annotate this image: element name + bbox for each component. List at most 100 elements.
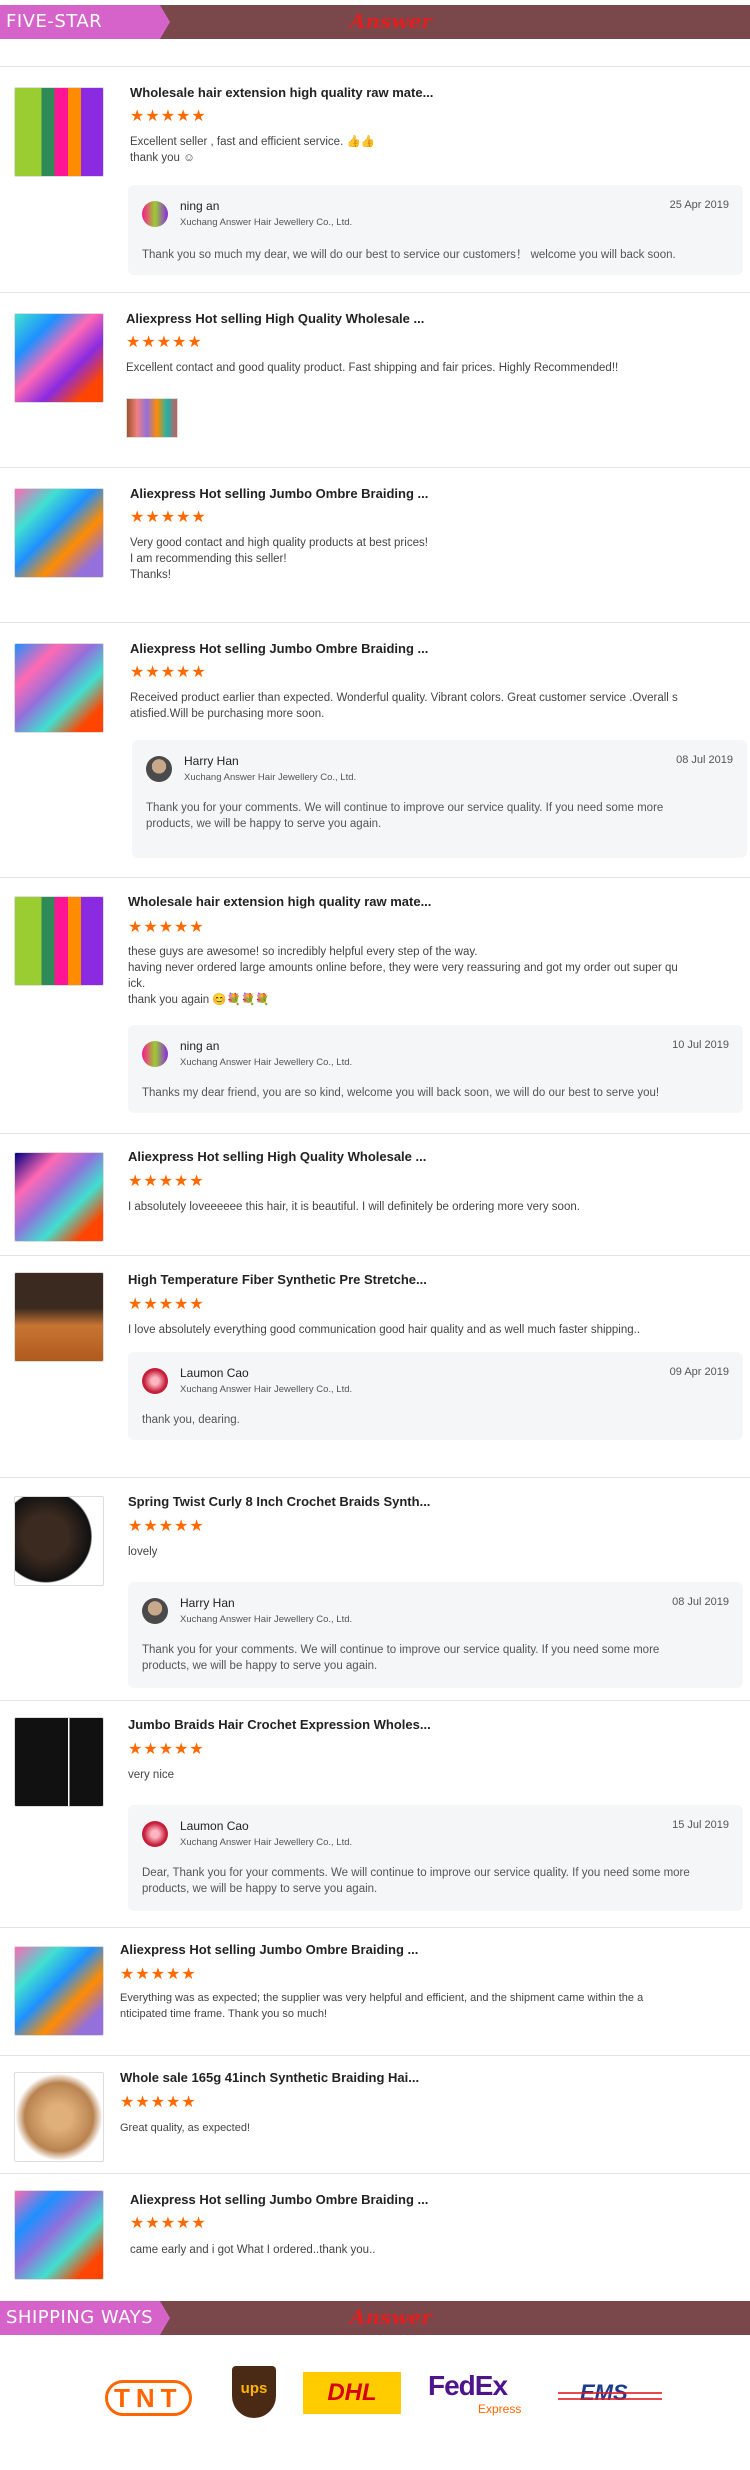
product-thumbnail[interactable] bbox=[14, 313, 104, 403]
reply-date: 08 Jul 2019 bbox=[672, 1596, 729, 1608]
review-item: Aliexpress Hot selling High Quality Whol… bbox=[0, 292, 750, 468]
seller-company: Xuchang Answer Hair Jewellery Co., Ltd. bbox=[184, 772, 357, 783]
product-thumbnail[interactable] bbox=[14, 87, 104, 177]
reply-date: 15 Jul 2019 bbox=[672, 1819, 729, 1831]
five-star-rating-banner: FIVE-STAR RATING Answer bbox=[0, 5, 750, 66]
review-item: Aliexpress Hot selling Jumbo Ombre Braid… bbox=[0, 1927, 750, 2056]
product-thumbnail[interactable] bbox=[14, 2190, 104, 2280]
fedex-label: FedEx bbox=[428, 2370, 508, 2401]
product-title[interactable]: Aliexpress Hot selling High Quality Whol… bbox=[128, 1149, 426, 1164]
review-item: Aliexpress Hot selling Jumbo Ombre Braid… bbox=[0, 622, 750, 878]
ems-stripes bbox=[558, 2392, 662, 2400]
seller-reply: Harry Han Xuchang Answer Hair Jewellery … bbox=[132, 740, 747, 858]
review-text: came early and i got What I ordered..tha… bbox=[130, 2244, 376, 2256]
star-rating: ★★★★★ bbox=[130, 509, 207, 526]
star-rating: ★★★★★ bbox=[130, 2215, 207, 2232]
seller-company: Xuchang Answer Hair Jewellery Co., Ltd. bbox=[180, 1384, 353, 1395]
review-item: Wholesale hair extension high quality ra… bbox=[0, 877, 750, 1134]
star-rating: ★★★★★ bbox=[128, 1296, 205, 1313]
seller-company: Xuchang Answer Hair Jewellery Co., Ltd. bbox=[180, 1837, 353, 1848]
seller-name: Laumon Cao bbox=[180, 1366, 249, 1380]
reply-text: Thank you for your comments. We will con… bbox=[146, 802, 664, 830]
product-title[interactable]: Spring Twist Curly 8 Inch Crochet Braids… bbox=[128, 1494, 430, 1509]
product-thumbnail[interactable] bbox=[14, 1946, 104, 2036]
avatar bbox=[142, 1598, 168, 1624]
review-item: Wholesale hair extension high quality ra… bbox=[0, 66, 750, 293]
product-title[interactable]: Aliexpress Hot selling Jumbo Ombre Braid… bbox=[130, 2192, 428, 2207]
review-text: these guys are awesome! so incredibly he… bbox=[128, 946, 678, 1006]
seller-reply: Laumon Cao Xuchang Answer Hair Jewellery… bbox=[128, 1352, 743, 1440]
fedex-logo: FedEx Express bbox=[428, 2370, 528, 2420]
review-item: High Temperature Fiber Synthetic Pre Str… bbox=[0, 1255, 750, 1478]
avatar bbox=[146, 756, 172, 782]
seller-reply: Laumon Cao Xuchang Answer Hair Jewellery… bbox=[128, 1805, 743, 1911]
reply-text: thank you, dearing. bbox=[142, 1414, 240, 1426]
reply-text: Thank you for your comments. We will con… bbox=[142, 1644, 660, 1672]
star-rating: ★★★★★ bbox=[120, 2094, 197, 2111]
product-thumbnail[interactable] bbox=[14, 2072, 104, 2162]
review-item: Aliexpress Hot selling High Quality Whol… bbox=[0, 1133, 750, 1256]
tnt-label: TNT bbox=[105, 2380, 192, 2416]
product-thumbnail[interactable] bbox=[14, 488, 104, 578]
seller-name: Harry Han bbox=[184, 754, 239, 768]
reply-text: Thanks my dear friend, you are so kind, … bbox=[142, 1087, 660, 1099]
product-thumbnail[interactable] bbox=[14, 1717, 104, 1807]
avatar bbox=[142, 201, 168, 227]
product-title[interactable]: Aliexpress Hot selling Jumbo Ombre Braid… bbox=[130, 486, 428, 501]
review-text: very nice bbox=[128, 1769, 175, 1781]
review-text: Everything was as expected; the supplier… bbox=[120, 1992, 644, 2020]
reply-text: Dear, Thank you for your comments. We wi… bbox=[142, 1867, 690, 1895]
product-thumbnail[interactable] bbox=[14, 896, 104, 986]
seller-name: ning an bbox=[180, 199, 220, 213]
ups-logo: UPS bbox=[232, 2366, 276, 2418]
product-title[interactable]: High Temperature Fiber Synthetic Pre Str… bbox=[128, 1272, 427, 1287]
review-item: Whole sale 165g 41inch Synthetic Braidin… bbox=[0, 2055, 750, 2174]
seller-name: ning an bbox=[180, 1039, 220, 1053]
review-text: I love absolutely everything good commun… bbox=[128, 1324, 641, 1336]
review-text: Great quality, as expected! bbox=[120, 2122, 251, 2134]
star-rating: ★★★★★ bbox=[128, 1518, 205, 1535]
seller-name: Harry Han bbox=[180, 1596, 235, 1610]
product-title[interactable]: Wholesale hair extension high quality ra… bbox=[130, 85, 433, 100]
product-title[interactable]: Whole sale 165g 41inch Synthetic Braidin… bbox=[120, 2070, 419, 2085]
product-title[interactable]: Aliexpress Hot selling High Quality Whol… bbox=[126, 311, 424, 326]
product-thumbnail[interactable] bbox=[14, 1496, 104, 1586]
ups-label: UPS bbox=[240, 2380, 268, 2397]
product-thumbnail[interactable] bbox=[14, 643, 104, 733]
review-item: Jumbo Braids Hair Crochet Expression Who… bbox=[0, 1700, 750, 1928]
product-thumbnail[interactable] bbox=[14, 1152, 104, 1242]
avatar bbox=[142, 1368, 168, 1394]
product-title[interactable]: Jumbo Braids Hair Crochet Expression Who… bbox=[128, 1717, 431, 1732]
dhl-label: DHL bbox=[327, 2379, 377, 2406]
seller-reply: Harry Han Xuchang Answer Hair Jewellery … bbox=[128, 1582, 743, 1688]
seller-reply: ning an Xuchang Answer Hair Jewellery Co… bbox=[128, 185, 743, 275]
star-rating: ★★★★★ bbox=[128, 919, 205, 936]
review-text: Excellent contact and good quality produ… bbox=[126, 362, 619, 374]
dhl-logo: DHL bbox=[303, 2372, 401, 2414]
product-title[interactable]: Aliexpress Hot selling Jumbo Ombre Braid… bbox=[120, 1942, 418, 1957]
brand-logo: Answer bbox=[350, 2305, 432, 2329]
avatar bbox=[142, 1041, 168, 1067]
review-item: Spring Twist Curly 8 Inch Crochet Braids… bbox=[0, 1477, 750, 1701]
star-rating: ★★★★★ bbox=[128, 1173, 205, 1190]
fedex-sub-label: Express bbox=[478, 2402, 522, 2416]
tnt-logo: TNT bbox=[105, 2380, 205, 2416]
shipping-carriers: TNT UPS DHL FedEx Express EMS bbox=[0, 2330, 750, 2470]
reply-date: 08 Jul 2019 bbox=[676, 754, 733, 766]
reply-date: 25 Apr 2019 bbox=[669, 199, 729, 211]
review-text: Received product earlier than expected. … bbox=[130, 692, 678, 720]
product-thumbnail[interactable] bbox=[14, 1272, 104, 1362]
seller-company: Xuchang Answer Hair Jewellery Co., Ltd. bbox=[180, 1057, 353, 1068]
avatar bbox=[142, 1821, 168, 1847]
ems-logo: EMS bbox=[558, 2380, 668, 2414]
review-text: Very good contact and high quality produ… bbox=[130, 537, 428, 581]
review-text: Excellent seller , fast and efficient se… bbox=[130, 136, 376, 164]
star-rating: ★★★★★ bbox=[130, 664, 207, 681]
review-item: Aliexpress Hot selling Jumbo Ombre Braid… bbox=[0, 2173, 750, 2302]
product-title[interactable]: Aliexpress Hot selling Jumbo Ombre Braid… bbox=[130, 641, 428, 656]
star-rating: ★★★★★ bbox=[120, 1966, 197, 1983]
star-rating: ★★★★★ bbox=[128, 1741, 205, 1758]
review-photo[interactable] bbox=[126, 398, 178, 438]
review-text: I absolutely loveeeeee this hair, it is … bbox=[128, 1201, 580, 1213]
product-title[interactable]: Wholesale hair extension high quality ra… bbox=[128, 894, 431, 909]
